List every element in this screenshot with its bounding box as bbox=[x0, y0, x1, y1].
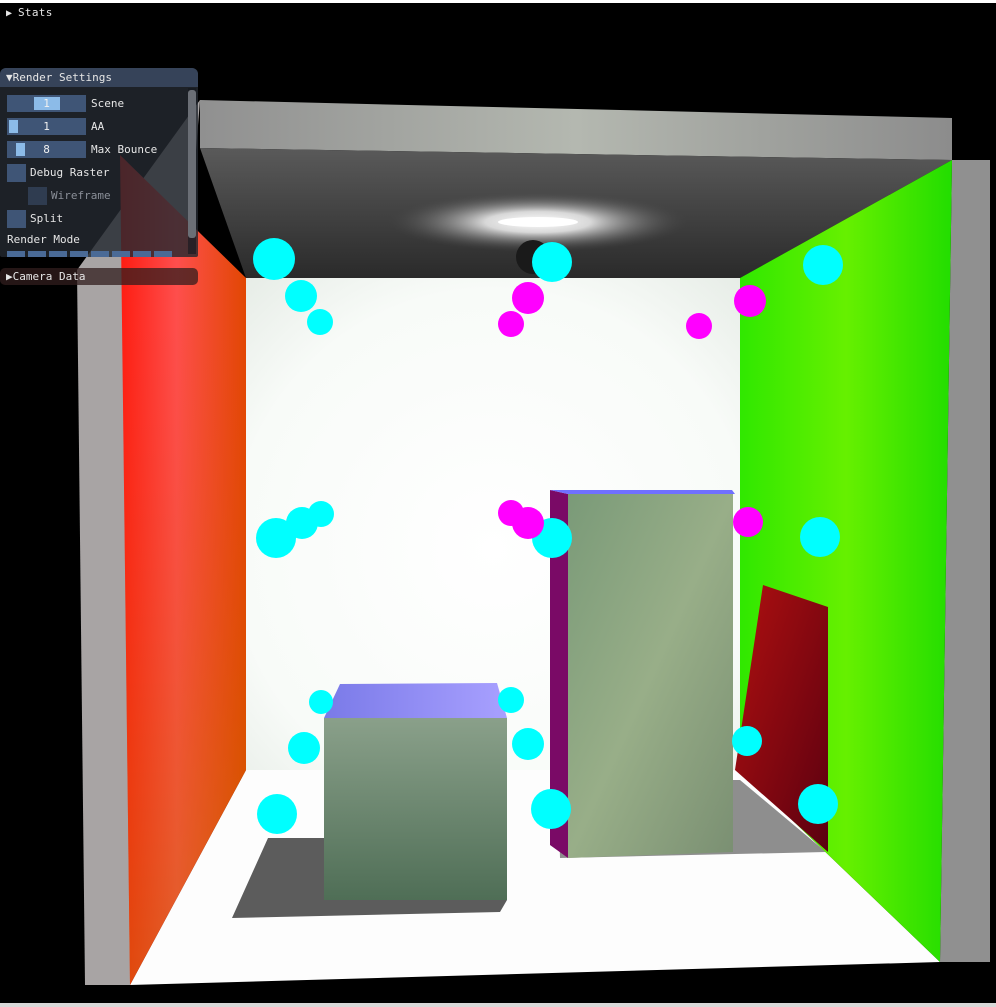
marker-cyan bbox=[257, 794, 297, 834]
tall-box-front bbox=[568, 494, 733, 858]
wireframe-checkbox[interactable] bbox=[28, 187, 47, 205]
marker-cyan bbox=[512, 728, 544, 760]
scene-slider[interactable]: 1 bbox=[7, 95, 86, 112]
scene-label: Scene bbox=[91, 97, 125, 110]
marker-cyan bbox=[800, 517, 840, 557]
camera-data-label: Camera Data bbox=[12, 270, 86, 283]
stats-header[interactable]: ▶ Stats bbox=[6, 4, 53, 21]
tall-box-top bbox=[550, 490, 735, 494]
render-settings-header[interactable]: ▼Render Settings bbox=[0, 68, 198, 87]
top-edge bbox=[0, 0, 996, 3]
debug-raster-label: Debug Raster bbox=[30, 166, 110, 179]
camera-data-header[interactable]: ▶Camera Data bbox=[0, 268, 198, 285]
triangle-right-icon: ▶ bbox=[6, 8, 13, 19]
render-settings-panel: ▼Render Settings 1 Scene 1 AA 8 Max Boun… bbox=[0, 68, 198, 257]
ceiling-light-core bbox=[498, 217, 578, 227]
marker-cyan bbox=[285, 280, 317, 312]
render-mode-row: Render Mode bbox=[7, 231, 80, 249]
marker-magenta bbox=[512, 282, 544, 314]
marker-magenta bbox=[512, 507, 544, 539]
render-mode-label: Render Mode bbox=[7, 233, 80, 246]
marker-magenta bbox=[734, 285, 766, 317]
marker-cyan bbox=[253, 238, 295, 280]
debug-raster-checkbox[interactable] bbox=[7, 164, 26, 182]
short-box-front bbox=[324, 718, 507, 900]
aa-label: AA bbox=[91, 120, 105, 133]
render-mode-buttons[interactable] bbox=[7, 249, 182, 257]
max-bounce-label: Max Bounce bbox=[91, 143, 158, 156]
marker-cyan bbox=[288, 732, 320, 764]
stats-label: Stats bbox=[18, 6, 53, 19]
marker-cyan bbox=[309, 690, 333, 714]
triangle-right-icon: ▶ bbox=[6, 270, 13, 283]
max-bounce-value: 8 bbox=[43, 143, 50, 156]
marker-magenta bbox=[686, 313, 712, 339]
short-box-top bbox=[324, 683, 507, 718]
aa-slider[interactable]: 1 bbox=[7, 118, 86, 135]
marker-magenta bbox=[733, 507, 763, 537]
marker-cyan bbox=[798, 784, 838, 824]
marker-cyan bbox=[803, 245, 843, 285]
render-settings-title: Render Settings bbox=[12, 71, 112, 84]
panel-scrollbar-thumb[interactable] bbox=[188, 90, 196, 238]
marker-magenta bbox=[498, 311, 524, 337]
marker-cyan bbox=[307, 309, 333, 335]
max-bounce-slider[interactable]: 8 bbox=[7, 141, 86, 158]
marker-cyan bbox=[308, 501, 334, 527]
marker-cyan bbox=[532, 242, 572, 282]
scene-value: 1 bbox=[43, 97, 50, 110]
bottom-edge bbox=[0, 1003, 996, 1007]
wireframe-label: Wireframe bbox=[51, 189, 111, 202]
marker-cyan bbox=[498, 687, 524, 713]
triangle-down-icon: ▼ bbox=[6, 71, 13, 84]
split-checkbox[interactable] bbox=[7, 210, 26, 228]
split-label: Split bbox=[30, 212, 64, 225]
aa-value: 1 bbox=[43, 120, 50, 133]
marker-cyan bbox=[732, 726, 762, 756]
marker-cyan bbox=[531, 789, 571, 829]
